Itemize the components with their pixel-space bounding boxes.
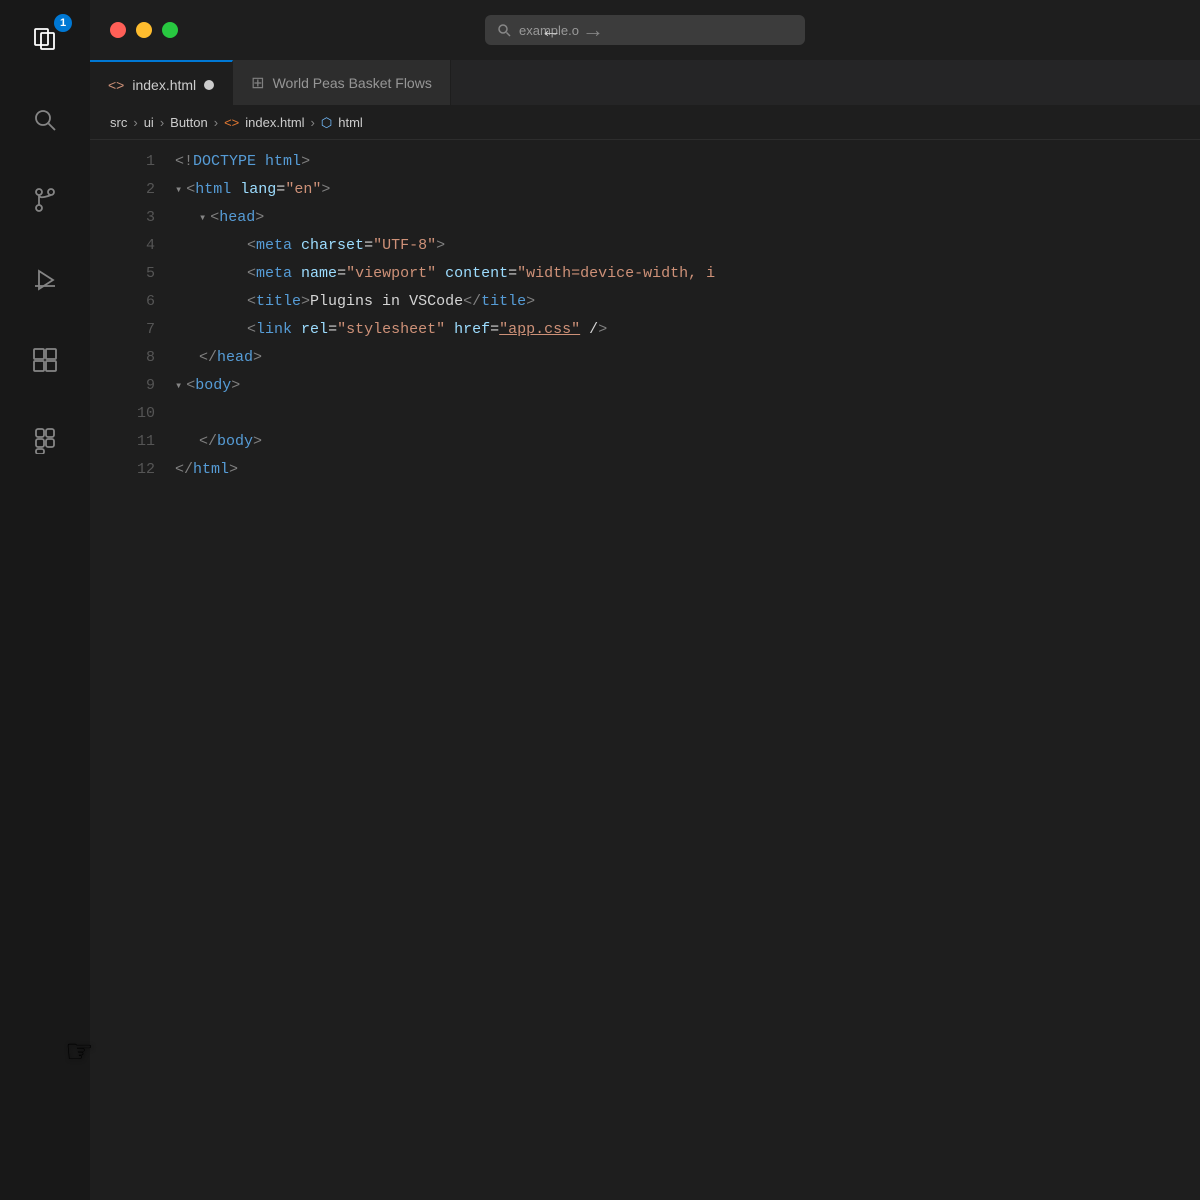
breadcrumb-ui[interactable]: ui — [144, 115, 154, 130]
breadcrumb-button[interactable]: Button — [170, 115, 208, 130]
breadcrumb-index-html[interactable]: index.html — [245, 115, 304, 130]
activity-search[interactable] — [0, 80, 90, 160]
tab-index-html[interactable]: <> index.html — [90, 60, 233, 105]
main-content: ← → example.o <> index.html ⊞ World Peas… — [90, 0, 1200, 1200]
breadcrumb-sep-3: › — [214, 115, 218, 130]
code-line-7: <link rel="stylesheet" href="app.css" /> — [175, 316, 1200, 344]
code-line-12: </html> — [175, 456, 1200, 484]
code-line-6: <title>Plugins in VSCode</title> — [175, 288, 1200, 316]
line-numbers: 1 2 3 4 5 6 7 8 9 10 11 12 — [90, 140, 155, 1200]
tab-unsaved-dot — [204, 80, 214, 90]
close-button[interactable] — [110, 22, 126, 38]
activity-source-control[interactable] — [0, 160, 90, 240]
breadcrumb-sep-1: › — [133, 115, 137, 130]
code-line-1: <!DOCTYPE html> — [175, 148, 1200, 176]
breadcrumb-sep-2: › — [160, 115, 164, 130]
window-controls — [110, 22, 178, 38]
code-line-2: ▾<html lang="en"> — [175, 176, 1200, 204]
activity-explorer[interactable]: 1 — [0, 0, 90, 80]
tab-html-icon: <> — [108, 77, 124, 93]
breadcrumb-src[interactable]: src — [110, 115, 127, 130]
breadcrumb: src › ui › Button › <> index.html › ⬡ ht… — [90, 106, 1200, 140]
editor[interactable]: 1 2 3 4 5 6 7 8 9 10 11 12 <!DOCTYPE htm… — [90, 140, 1200, 1200]
code-line-4: <meta charset="UTF-8"> — [175, 232, 1200, 260]
breadcrumb-html-element[interactable]: html — [338, 115, 363, 130]
back-arrow[interactable]: ← — [540, 17, 562, 43]
breadcrumb-sep-4: › — [311, 115, 315, 130]
tab-bar: <> index.html ⊞ World Peas Basket Flows — [90, 60, 1200, 106]
code-line-3: ▾<head> — [175, 204, 1200, 232]
tab-world-peas-label: World Peas Basket Flows — [273, 75, 432, 91]
minimize-button[interactable] — [136, 22, 152, 38]
activity-bar: 1 — [0, 0, 90, 1200]
activity-extensions[interactable] — [0, 320, 90, 400]
code-line-9: ▾<body> — [175, 372, 1200, 400]
tab-figma-icon: ⊞ — [251, 73, 264, 93]
search-icon — [497, 23, 511, 37]
code-line-5: <meta name="viewport" content="width=dev… — [175, 260, 1200, 288]
forward-arrow[interactable]: → — [582, 17, 604, 43]
search-bar[interactable]: example.o — [485, 15, 805, 45]
tab-world-peas[interactable]: ⊞ World Peas Basket Flows — [233, 60, 451, 105]
activity-figma[interactable] — [0, 400, 90, 480]
breadcrumb-box-icon: ⬡ — [321, 115, 332, 131]
nav-arrows: ← → — [540, 17, 604, 43]
explorer-badge: 1 — [54, 14, 72, 32]
code-line-8: </head> — [175, 344, 1200, 372]
breadcrumb-html-icon: <> — [224, 115, 239, 130]
code-editor[interactable]: <!DOCTYPE html> ▾<html lang="en"> ▾<head… — [155, 140, 1200, 1200]
title-bar: ← → example.o — [90, 0, 1200, 60]
code-line-11: </body> — [175, 428, 1200, 456]
code-line-10 — [175, 400, 1200, 428]
tab-index-html-label: index.html — [132, 77, 196, 93]
maximize-button[interactable] — [162, 22, 178, 38]
activity-run-debug[interactable] — [0, 240, 90, 320]
